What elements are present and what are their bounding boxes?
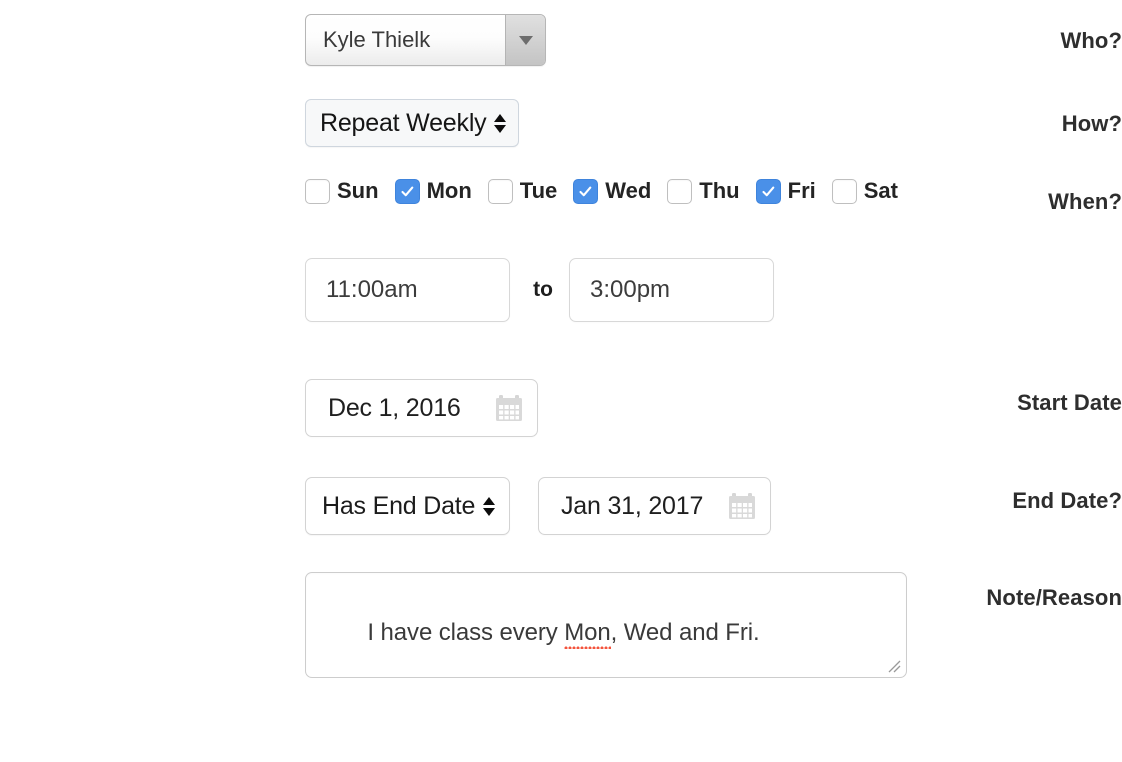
weekday-checkbox-tue[interactable] <box>487 178 513 204</box>
note-label: Note/Reason <box>986 585 1122 610</box>
who-selected-value: Kyle Thielk <box>323 27 431 52</box>
how-select[interactable]: Repeat Weekly <box>305 99 520 147</box>
weekday-checkbox-mon[interactable] <box>394 178 420 204</box>
weekday-item-sun[interactable]: Sun <box>305 178 379 204</box>
calendar-icon <box>729 493 755 519</box>
chevron-down-icon <box>518 35 533 45</box>
end-date-input[interactable]: Jan 31, 2017 <box>538 477 771 535</box>
weekday-checkbox-wed[interactable] <box>573 178 599 204</box>
weekday-label: Sat <box>863 178 898 203</box>
availability-form: Who? Kyle Thielk How? Repeat Weekly When… <box>0 0 1122 762</box>
check-icon <box>579 186 592 196</box>
weekday-label: Sun <box>337 178 379 203</box>
note-text-after: , Wed and Fri. <box>610 618 760 646</box>
resize-grip-icon[interactable] <box>885 657 901 673</box>
note-text-before: I have class every <box>367 618 565 646</box>
start-date-input[interactable]: Dec 1, 2016 <box>305 379 538 437</box>
weekday-label: Thu <box>699 178 740 203</box>
weekday-item-fri[interactable]: Fri <box>755 178 816 204</box>
weekday-checkbox-group: Sun Mon Tue Wed Thu Fri Sat <box>305 178 898 204</box>
end-date-type-select[interactable]: Has End Date <box>305 477 511 535</box>
weekday-checkbox-sat[interactable] <box>831 178 857 204</box>
weekday-item-sat[interactable]: Sat <box>831 178 898 204</box>
start-date-label: Start Date <box>1017 390 1122 415</box>
start-date-value: Dec 1, 2016 <box>328 393 461 422</box>
weekday-label: Fri <box>787 178 816 203</box>
who-select[interactable]: Kyle Thielk <box>305 14 546 66</box>
note-misspelled-word: Mon <box>564 618 611 649</box>
note-text: I have class every Mon, Wed and Fri. <box>328 590 886 676</box>
end-date-type-value: Has End Date <box>322 491 476 520</box>
note-textarea[interactable]: I have class every Mon, Wed and Fri. <box>305 572 907 678</box>
check-icon <box>401 186 413 196</box>
who-dropdown-button[interactable] <box>505 15 545 65</box>
when-label: When? <box>1048 189 1122 214</box>
time-range-separator: to <box>533 278 553 301</box>
select-updown-icon <box>483 496 496 516</box>
end-date-value: Jan 31, 2017 <box>561 491 704 520</box>
select-updown-icon <box>494 113 507 133</box>
end-time-input[interactable]: 3:00pm <box>569 258 774 322</box>
start-time-input[interactable]: 11:00am <box>305 258 510 322</box>
weekday-item-thu[interactable]: Thu <box>667 178 740 204</box>
end-date-label: End Date? <box>1012 488 1122 513</box>
calendar-icon <box>496 395 522 421</box>
weekday-checkbox-sun[interactable] <box>305 178 330 204</box>
who-label: Who? <box>1060 28 1122 53</box>
check-icon <box>762 186 774 196</box>
weekday-item-wed[interactable]: Wed <box>573 178 651 204</box>
weekday-label: Tue <box>519 178 558 203</box>
weekday-checkbox-thu[interactable] <box>667 178 693 204</box>
weekday-checkbox-fri[interactable] <box>755 178 781 204</box>
how-selected-value: Repeat Weekly <box>320 108 487 137</box>
how-label: How? <box>1061 111 1122 136</box>
weekday-label: Mon <box>426 178 472 203</box>
weekday-item-tue[interactable]: Tue <box>487 178 558 204</box>
weekday-item-mon[interactable]: Mon <box>394 178 472 204</box>
weekday-label: Wed <box>605 178 652 203</box>
